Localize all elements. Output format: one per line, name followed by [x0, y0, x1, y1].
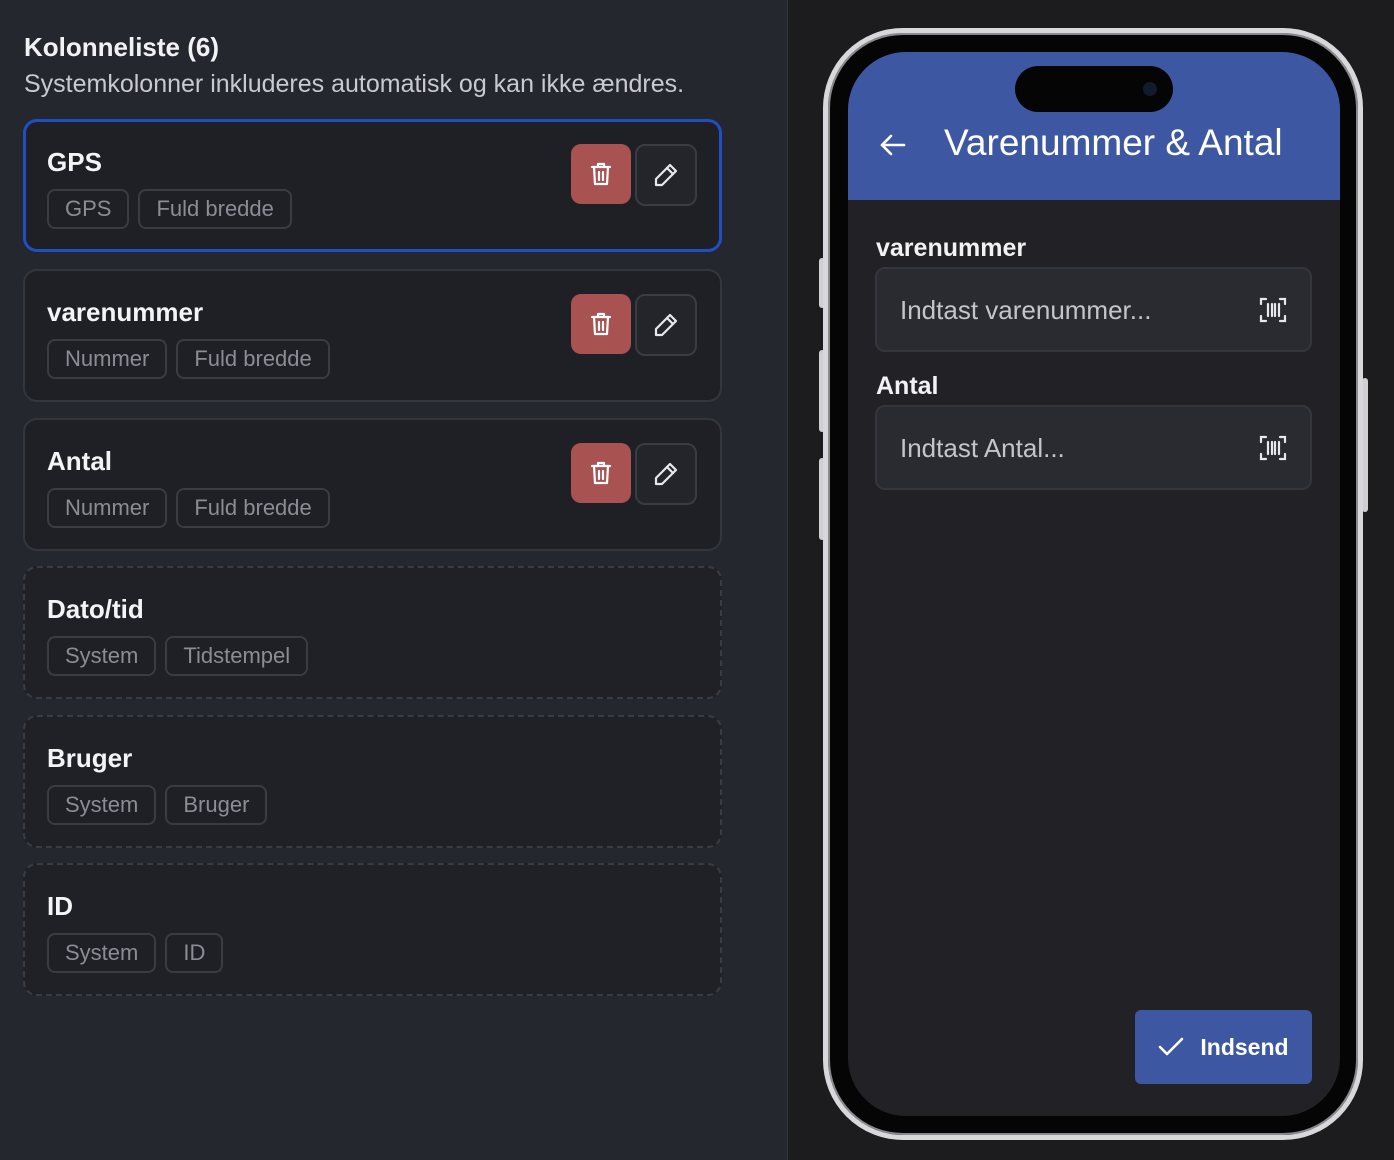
- column-type-tag: Nummer: [47, 339, 168, 379]
- submit-label: Indsend: [1200, 1033, 1289, 1060]
- column-name: Antal: [47, 446, 112, 476]
- pencil-icon: [654, 313, 678, 337]
- check-icon: [1159, 1037, 1184, 1056]
- pencil-icon: [654, 163, 678, 187]
- column-name: Bruger: [47, 743, 133, 773]
- app-title: Varenummer & Antal: [944, 122, 1283, 163]
- column-width-tag: Fuld bredde: [176, 488, 330, 528]
- arrow-left-icon: [880, 134, 906, 156]
- trash-icon: [590, 162, 612, 186]
- column-name: ID: [47, 891, 73, 921]
- column-type-tag: Tidstempel: [165, 636, 309, 676]
- column-card-gps[interactable]: GPS GPS Fuld bredde: [23, 119, 722, 252]
- varenummer-placeholder: Indtast varenummer...: [900, 295, 1152, 325]
- column-card-antal[interactable]: Antal Nummer Fuld bredde: [23, 418, 722, 551]
- column-system-tag: System: [47, 785, 157, 825]
- submit-button[interactable]: Indsend: [1135, 1010, 1312, 1084]
- varenummer-input[interactable]: Indtast varenummer...: [875, 267, 1312, 352]
- column-list-subtitle: Systemkolonner inkluderes automatisk og …: [24, 70, 685, 98]
- field-label-varenummer: varenummer: [876, 234, 1027, 262]
- column-width-tag: Fuld bredde: [138, 189, 292, 229]
- column-list-panel: Kolonneliste (6) Systemkolonner inkluder…: [0, 0, 788, 1160]
- delete-column-button[interactable]: [571, 294, 631, 354]
- column-tags: Nummer Fuld bredde: [47, 339, 330, 379]
- edit-column-button[interactable]: [635, 294, 697, 356]
- field-label-antal: Antal: [876, 372, 939, 400]
- column-card-dato-tid: Dato/tid System Tidstempel: [23, 566, 722, 699]
- column-tags: System ID: [47, 933, 224, 973]
- column-card-bruger: Bruger System Bruger: [23, 715, 722, 848]
- column-type-tag: Nummer: [47, 488, 168, 528]
- column-type-tag: GPS: [47, 189, 130, 229]
- column-card-id: ID System ID: [23, 863, 722, 996]
- column-width-tag: Fuld bredde: [176, 339, 330, 379]
- column-tags: System Bruger: [47, 785, 268, 825]
- antal-placeholder: Indtast Antal...: [900, 433, 1065, 463]
- column-type-tag: ID: [165, 933, 224, 973]
- column-name: varenummer: [47, 297, 204, 327]
- column-card-varenummer[interactable]: varenummer Nummer Fuld bredde: [23, 269, 722, 402]
- dynamic-island: [1015, 66, 1173, 112]
- camera-dot: [1143, 82, 1157, 96]
- column-type-tag: Bruger: [165, 785, 268, 825]
- edit-column-button[interactable]: [635, 443, 697, 505]
- antal-input[interactable]: Indtast Antal...: [875, 405, 1312, 490]
- column-list-title: Kolonneliste (6): [24, 32, 220, 62]
- pencil-icon: [654, 462, 678, 486]
- column-tags: GPS Fuld bredde: [47, 189, 292, 229]
- delete-column-button[interactable]: [571, 443, 631, 503]
- column-name: Dato/tid: [47, 594, 144, 624]
- phone-screen: Varenummer & Antal varenummer Indtast va…: [848, 52, 1340, 1116]
- column-system-tag: System: [47, 636, 157, 676]
- column-tags: Nummer Fuld bredde: [47, 488, 330, 528]
- barcode-scan-button[interactable]: [1258, 433, 1288, 468]
- barcode-scan-button[interactable]: [1258, 295, 1288, 330]
- column-name: GPS: [47, 147, 102, 177]
- edit-column-button[interactable]: [635, 144, 697, 206]
- trash-icon: [590, 461, 612, 485]
- barcode-scan-icon: [1259, 435, 1287, 461]
- column-system-tag: System: [47, 933, 157, 973]
- trash-icon: [590, 312, 612, 336]
- back-button[interactable]: [878, 130, 908, 165]
- barcode-scan-icon: [1259, 297, 1287, 323]
- column-tags: System Tidstempel: [47, 636, 309, 676]
- delete-column-button[interactable]: [571, 144, 631, 204]
